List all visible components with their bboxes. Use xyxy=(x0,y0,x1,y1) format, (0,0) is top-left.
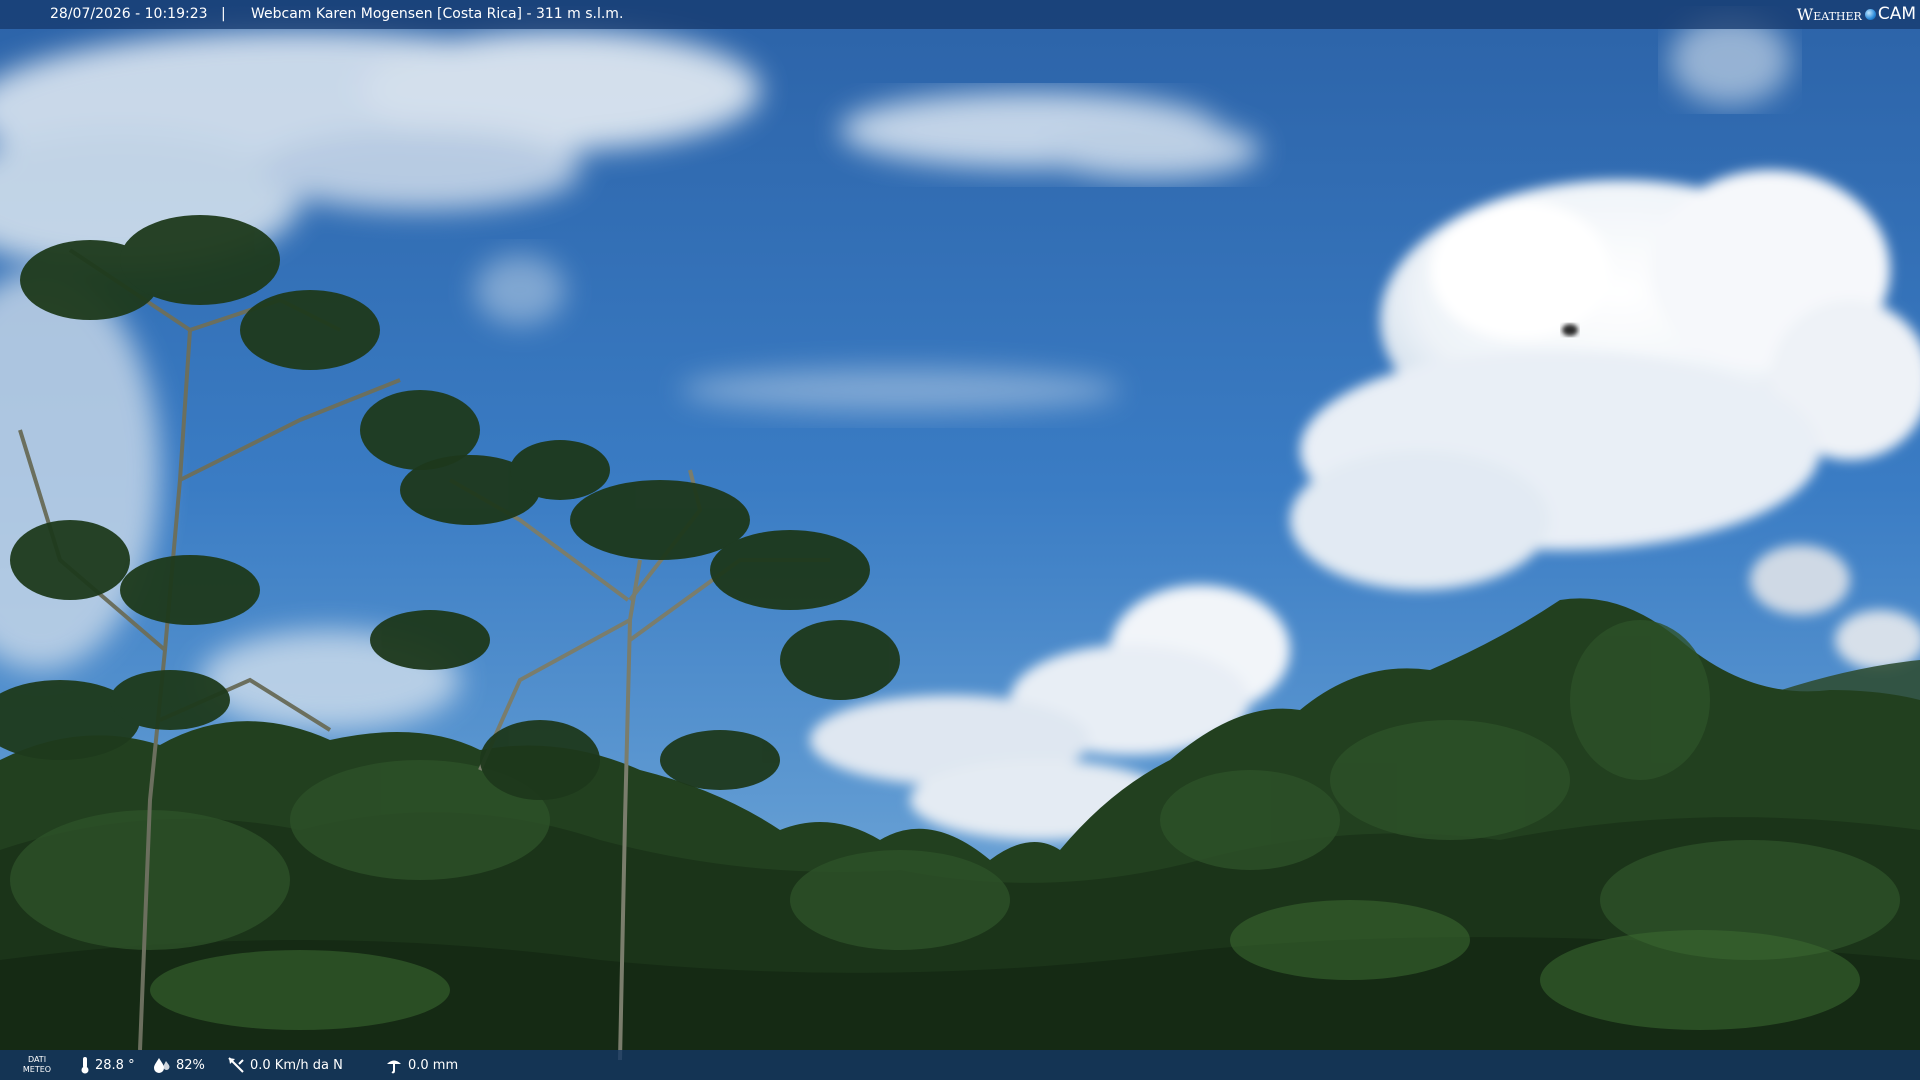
timestamp: 28/07/2026 - 10:19:23 xyxy=(50,6,208,22)
meteo-label-line1: DATI xyxy=(27,1055,47,1064)
meteo-label-line2: METEO xyxy=(22,1065,52,1074)
dark-spot xyxy=(1562,324,1578,336)
webcam-frame: 28/07/2026 - 10:19:23 | Webcam Karen Mog… xyxy=(0,0,1920,1080)
title-separator: | xyxy=(221,6,226,22)
webcam-image xyxy=(0,0,1920,1080)
brand-cam-text: CAM xyxy=(1877,4,1916,24)
brand-weather-text: Weather xyxy=(1796,5,1862,24)
rain-gauge-icon xyxy=(387,1060,401,1074)
globe-icon xyxy=(1864,9,1876,20)
meteo-label: DATI METEO xyxy=(22,1055,52,1075)
weathercam-logo: Weather CAM xyxy=(1797,0,1916,29)
weather-data-bar: DATI METEO 28.8 ° 82% 0.0 Km/h da N 0.0 … xyxy=(0,1050,1920,1080)
temperature-value: 28.8 ° xyxy=(95,1057,135,1073)
humidity-stat: 82% xyxy=(153,1050,205,1080)
wind-vane-icon xyxy=(228,1057,244,1073)
humidity-value: 82% xyxy=(176,1057,205,1073)
wind-stat: 0.0 Km/h da N xyxy=(227,1050,343,1080)
humidity-drop-icon xyxy=(154,1058,170,1073)
temperature-stat: 28.8 ° xyxy=(80,1050,135,1080)
top-info-bar: 28/07/2026 - 10:19:23 | Webcam Karen Mog… xyxy=(0,0,1920,29)
wind-value: 0.0 Km/h da N xyxy=(250,1057,343,1073)
thermometer-icon xyxy=(81,1057,89,1074)
camera-title: Webcam Karen Mogensen [Costa Rica] - 311… xyxy=(251,6,624,22)
rain-value: 0.0 mm xyxy=(408,1057,459,1073)
rain-stat: 0.0 mm xyxy=(385,1050,458,1080)
